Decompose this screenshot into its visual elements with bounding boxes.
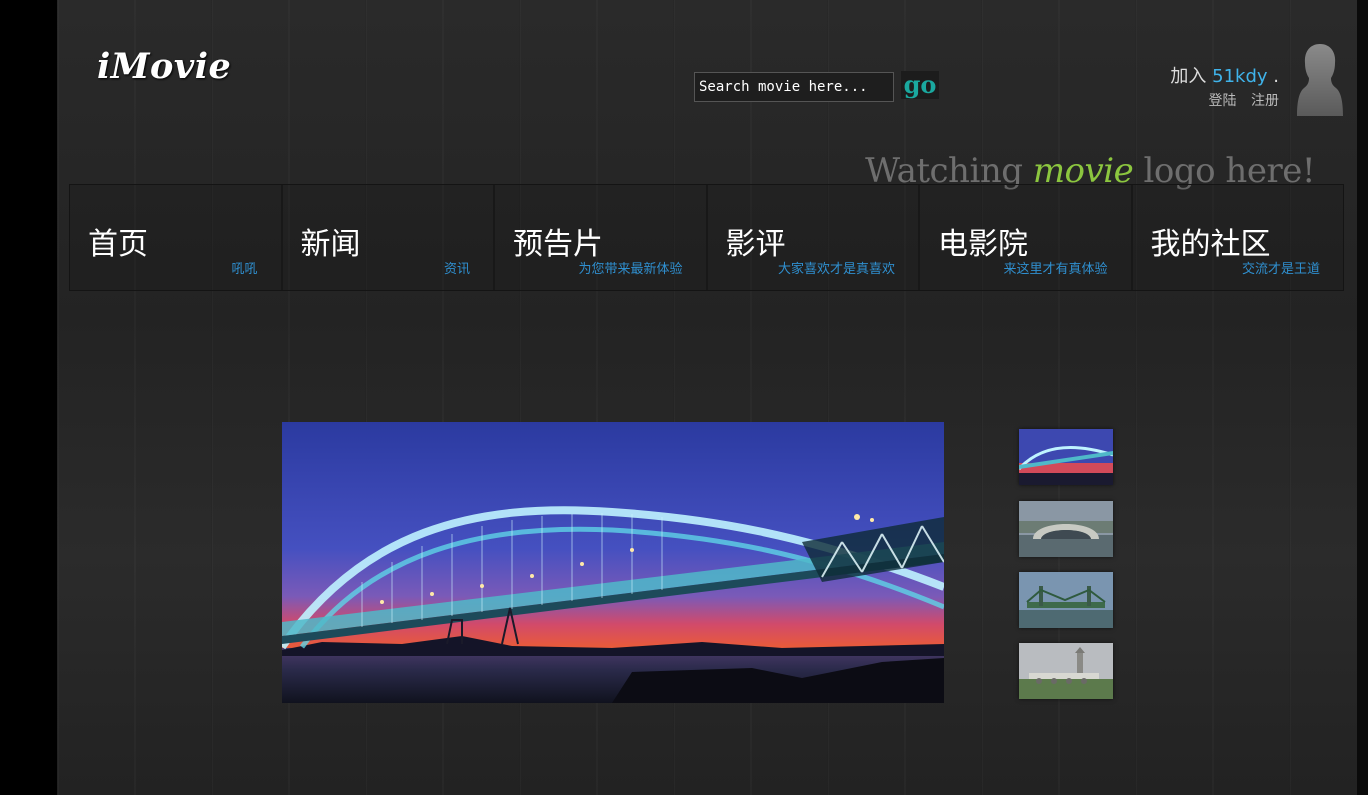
- slideshow-main-image[interactable]: [282, 422, 944, 703]
- nav-item-subtitle: 吼吼: [231, 262, 258, 277]
- slideshow-thumbnail[interactable]: [1019, 501, 1113, 557]
- bridge-night-image: [282, 422, 944, 703]
- nav-item-subtitle: 资讯: [443, 262, 470, 277]
- nav-item-title: 预告片: [513, 227, 603, 262]
- page-edge: [1357, 0, 1368, 795]
- nav-item-home[interactable]: 首页 吼吼: [70, 185, 283, 290]
- join-text: 加入 51kdy .: [1170, 62, 1279, 88]
- stone-arch-bridge-icon: [1019, 501, 1113, 557]
- nav-item-title: 新闻: [300, 227, 361, 262]
- nav-item-cinemas[interactable]: 电影院 来这里才有真体验: [920, 185, 1133, 290]
- auth-links: 登陆 注册: [1199, 90, 1279, 110]
- nav-item-title: 我的社区: [1150, 227, 1271, 262]
- nav-item-community[interactable]: 我的社区 交流才是王道: [1133, 185, 1344, 290]
- pagoda-bridge-icon: [1019, 643, 1113, 699]
- steel-truss-bridge-icon: [1019, 572, 1113, 628]
- nav-item-title: 首页: [88, 227, 148, 262]
- site-logo[interactable]: iMovie: [97, 46, 231, 87]
- register-link[interactable]: 注册: [1251, 93, 1279, 109]
- slideshow-thumbnail[interactable]: [1019, 572, 1113, 628]
- nav-item-subtitle: 为您带来最新体验: [578, 262, 683, 277]
- search-go-button[interactable]: go: [901, 71, 939, 99]
- nav-item-title: 影评: [725, 227, 786, 262]
- nav-item-trailers[interactable]: 预告片 为您带来最新体验: [495, 185, 708, 290]
- user-avatar-icon[interactable]: [1296, 42, 1344, 116]
- bridge-night-icon: [1019, 429, 1113, 485]
- slideshow-thumbnail[interactable]: [1019, 643, 1113, 699]
- nav-item-subtitle: 大家喜欢才是真喜欢: [777, 262, 895, 277]
- join-prefix: 加入: [1170, 66, 1207, 87]
- main-nav: 首页 吼吼 新闻 资讯 预告片 为您带来最新体验 影评 大家喜欢才是真喜欢 电影…: [69, 184, 1344, 291]
- nav-item-subtitle: 来这里才有真体验: [1003, 262, 1108, 277]
- nav-item-title: 电影院: [938, 227, 1028, 262]
- site-name-link[interactable]: 51kdy: [1212, 66, 1267, 87]
- slideshow-thumbnail[interactable]: [1019, 429, 1113, 485]
- login-link[interactable]: 登陆: [1209, 93, 1237, 109]
- search-input[interactable]: [694, 72, 894, 102]
- nav-item-reviews[interactable]: 影评 大家喜欢才是真喜欢: [708, 185, 920, 290]
- join-suffix: .: [1273, 66, 1279, 87]
- nav-item-news[interactable]: 新闻 资讯: [283, 185, 495, 290]
- nav-item-subtitle: 交流才是王道: [1241, 262, 1320, 277]
